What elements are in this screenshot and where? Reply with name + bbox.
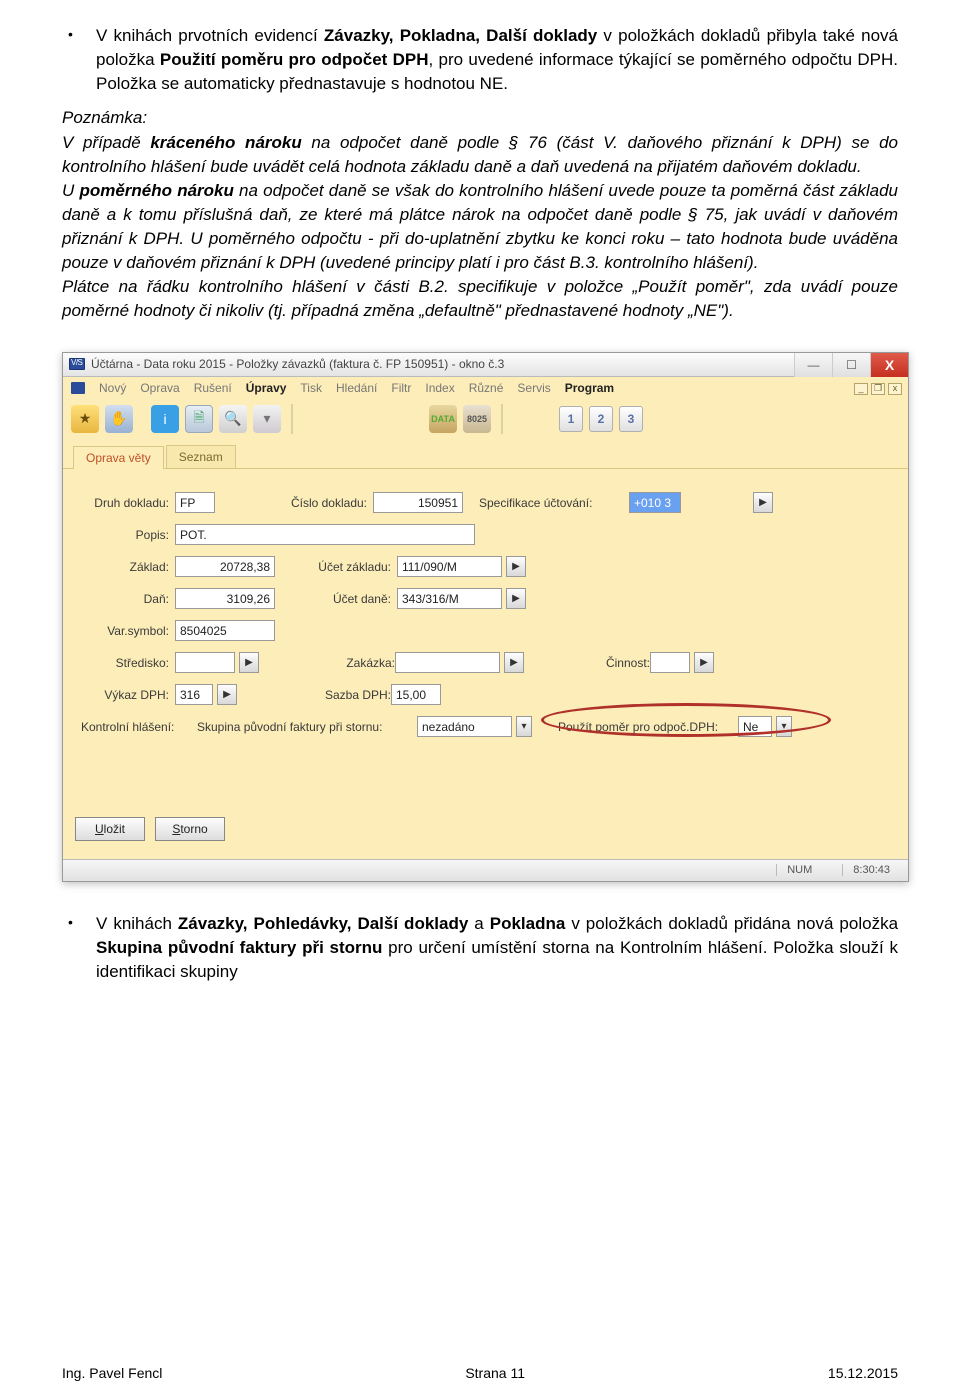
dropdown-button[interactable]: ▶ (753, 492, 773, 513)
menu-item[interactable]: Různé (469, 381, 504, 395)
dropdown-button[interactable]: ▶ (694, 652, 714, 673)
label-var-symbol: Var.symbol: (79, 624, 175, 638)
label-pouzit-pomer: Použít poměr pro odpoč.DPH: (558, 720, 738, 734)
label-zaklad: Základ: (79, 560, 175, 574)
mdi-close-button[interactable]: x (888, 383, 902, 395)
window-close-button[interactable]: X (870, 353, 908, 377)
form-area: Druh dokladu: FP Číslo dokladu: 150951 S… (63, 469, 908, 849)
dropdown-button[interactable]: ▾ (516, 716, 532, 737)
label-specifikace: Specifikace účtování: (479, 496, 629, 510)
window-minimize-button[interactable]: — (794, 353, 832, 377)
field-specifikace[interactable]: +010 3 (629, 492, 681, 513)
field-sazba-dph[interactable]: 15,00 (391, 684, 441, 705)
footer-date: 15.12.2015 (828, 1365, 898, 1381)
label-cislo-dokladu: Číslo dokladu: (255, 496, 373, 510)
field-ucet-zakladu[interactable]: 111/090/M (397, 556, 502, 577)
toolbar-print-icon[interactable]: 🗎 (185, 405, 213, 433)
field-ucet-dane[interactable]: 343/316/M (397, 588, 502, 609)
label-stredisko: Středisko: (79, 656, 175, 670)
dropdown-button[interactable]: ▶ (506, 556, 526, 577)
dropdown-button[interactable]: ▾ (776, 716, 792, 737)
window-title: Účtárna - Data roku 2015 - Položky závaz… (91, 357, 504, 371)
menu-item[interactable]: Servis (517, 381, 550, 395)
menu-item[interactable]: Úpravy (246, 381, 287, 395)
page-footer: Ing. Pavel Fencl Strana 11 15.12.2015 (62, 1365, 898, 1381)
bullet-marker: • (62, 24, 96, 96)
footer-author: Ing. Pavel Fencl (62, 1365, 162, 1381)
statusbar: NUM 8:30:43 (63, 859, 908, 881)
label-druh-dokladu: Druh dokladu: (79, 496, 175, 510)
bullet-text: V knihách Závazky, Pohledávky, Další dok… (96, 912, 898, 984)
menu-item[interactable]: Program (565, 381, 614, 395)
mdi-restore-button[interactable]: ❐ (871, 383, 885, 395)
status-num: NUM (776, 864, 822, 876)
toolbar-8025-icon[interactable]: 8025 (463, 405, 491, 433)
label-ucet-zakladu: Účet základu: (301, 560, 397, 574)
app-icon (69, 358, 85, 370)
field-vykaz-dph[interactable]: 316 (175, 684, 213, 705)
mdi-minimize-button[interactable]: _ (854, 383, 868, 395)
workspace-2-button[interactable]: 2 (589, 406, 613, 432)
field-pouzit-pomer[interactable]: Ne (738, 716, 772, 737)
tabstrip: Oprava věty Seznam (63, 443, 908, 469)
label-skupina-storno: Skupina původní faktury při stornu: (197, 720, 417, 734)
label-ucet-dane: Účet daně: (301, 592, 397, 606)
menu-item[interactable]: Tisk (300, 381, 322, 395)
titlebar: Účtárna - Data roku 2015 - Položky závaz… (63, 353, 908, 377)
toolbar-data-icon[interactable]: DATA (429, 405, 457, 433)
label-kontrolni-hlaseni: Kontrolní hlášení: (79, 720, 197, 734)
window-maximize-button[interactable]: ☐ (832, 353, 870, 377)
field-stredisko[interactable] (175, 652, 235, 673)
toolbar-new-icon[interactable]: ★ (71, 405, 99, 433)
app-window: Účtárna - Data roku 2015 - Položky závaz… (62, 352, 909, 882)
label-dan: Daň: (79, 592, 175, 606)
toolbar: ★ ✋ i 🗎 🔍 ▾ DATA 8025 1 2 3 (63, 399, 908, 439)
bullet-item: • V knihách prvotních evidencí Závazky, … (62, 24, 898, 96)
field-var-symbol[interactable]: 8504025 (175, 620, 275, 641)
field-cislo-dokladu[interactable]: 150951 (373, 492, 463, 513)
field-zakazka[interactable] (395, 652, 500, 673)
bullet-item: • V knihách Závazky, Pohledávky, Další d… (62, 912, 898, 984)
field-druh-dokladu[interactable]: FP (175, 492, 215, 513)
field-dan[interactable]: 3109,26 (175, 588, 275, 609)
menubar: Nový Oprava Rušení Úpravy Tisk Hledání F… (63, 377, 908, 399)
tab-oprava-vety[interactable]: Oprava věty (73, 446, 164, 469)
footer-page: Strana 11 (465, 1365, 525, 1381)
toolbar-filter-icon[interactable]: ▾ (253, 405, 281, 433)
field-skupina-storno[interactable]: nezadáno (417, 716, 512, 737)
menu-item[interactable]: Nový (99, 381, 126, 395)
dropdown-button[interactable]: ▶ (239, 652, 259, 673)
menu-item[interactable]: Filtr (391, 381, 411, 395)
field-cinnost[interactable] (650, 652, 690, 673)
dropdown-button[interactable]: ▶ (506, 588, 526, 609)
toolbar-edit-icon[interactable]: ✋ (105, 405, 133, 433)
bullet-marker: • (62, 912, 96, 984)
dropdown-button[interactable]: ▶ (217, 684, 237, 705)
menu-item[interactable]: Oprava (140, 381, 179, 395)
label-cinnost: Činnost: (584, 656, 650, 670)
toolbar-info-icon[interactable]: i (151, 405, 179, 433)
field-zaklad[interactable]: 20728,38 (175, 556, 275, 577)
tab-seznam[interactable]: Seznam (166, 445, 236, 468)
label-zakazka: Zakázka: (299, 656, 395, 670)
bullet-text: V knihách prvotních evidencí Závazky, Po… (96, 24, 898, 96)
dropdown-button[interactable]: ▶ (504, 652, 524, 673)
cancel-button[interactable]: SStornotorno (155, 817, 225, 841)
app-small-icon (71, 382, 85, 394)
workspace-1-button[interactable]: 1 (559, 406, 583, 432)
menu-item[interactable]: Index (425, 381, 454, 395)
menu-item[interactable]: Hledání (336, 381, 377, 395)
menu-item[interactable]: Rušení (194, 381, 232, 395)
workspace-3-button[interactable]: 3 (619, 406, 643, 432)
form-footer: UUložitložit SStornotorno (75, 817, 225, 841)
label-sazba-dph: Sazba DPH: (295, 688, 391, 702)
save-button[interactable]: UUložitložit (75, 817, 145, 841)
field-popis[interactable]: POT. (175, 524, 475, 545)
toolbar-search-icon[interactable]: 🔍 (219, 405, 247, 433)
label-popis: Popis: (79, 528, 175, 542)
label-vykaz-dph: Výkaz DPH: (79, 688, 175, 702)
status-time: 8:30:43 (842, 864, 900, 876)
note-paragraph: Poznámka: V případě kráceného nároku na … (62, 106, 898, 323)
